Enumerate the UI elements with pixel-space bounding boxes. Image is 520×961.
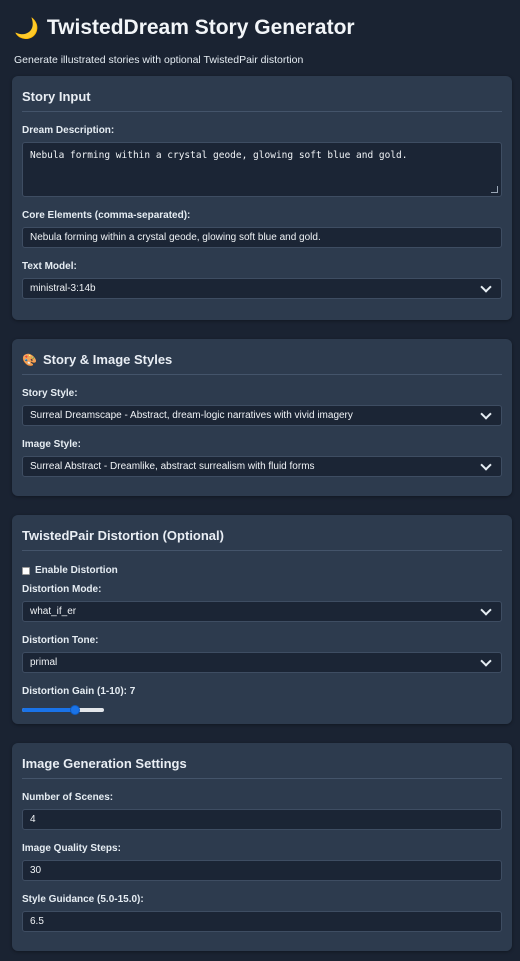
style-guidance-label: Style Guidance (5.0-15.0):: [22, 894, 144, 905]
text-model-value: ministral-3:14b: [30, 283, 96, 294]
image-settings-panel: Image Generation Settings Number of Scen…: [12, 743, 512, 951]
enable-distortion-label: Enable Distortion: [35, 565, 118, 576]
style-guidance-input[interactable]: 6.5: [22, 911, 502, 932]
text-model-select[interactable]: ministral-3:14b: [22, 278, 502, 299]
palette-icon: 🎨: [22, 352, 37, 367]
dream-description-value: Nebula forming within a crystal geode, g…: [30, 150, 408, 161]
distortion-mode-value: what_if_er: [30, 606, 77, 617]
quality-steps-label: Image Quality Steps:: [22, 843, 121, 854]
text-model-label: Text Model:: [22, 261, 77, 272]
core-elements-input[interactable]: Nebula forming within a crystal geode, g…: [22, 227, 502, 248]
header: 🌙 TwistedDream Story Generator Generate …: [0, 0, 520, 66]
chevron-down-icon: [480, 407, 492, 420]
story-input-title: Story Input: [22, 76, 502, 112]
chevron-down-icon: [480, 280, 492, 293]
story-style-value: Surreal Dreamscape - Abstract, dream-log…: [30, 410, 353, 421]
quality-steps-input[interactable]: 30: [22, 860, 502, 881]
image-settings-title: Image Generation Settings: [22, 743, 502, 779]
chevron-down-icon: [480, 654, 492, 667]
image-style-select[interactable]: Surreal Abstract - Dreamlike, abstract s…: [22, 456, 502, 477]
distortion-mode-label: Distortion Mode:: [22, 584, 102, 595]
story-image-styles-panel: 🎨 Story & Image Styles Story Style: Surr…: [12, 339, 512, 496]
enable-distortion-checkbox[interactable]: [22, 566, 30, 575]
story-style-label: Story Style:: [22, 388, 78, 399]
distortion-gain-label: Distortion Gain (1-10): 7: [22, 686, 136, 697]
scenes-value: 4: [30, 814, 36, 825]
image-style-value: Surreal Abstract - Dreamlike, abstract s…: [30, 461, 315, 472]
styles-title: 🎨 Story & Image Styles: [22, 339, 502, 375]
enable-distortion-row[interactable]: Enable Distortion: [22, 565, 502, 576]
crescent-moon-icon: 🌙: [14, 17, 39, 40]
distortion-tone-label: Distortion Tone:: [22, 635, 99, 646]
scenes-label: Number of Scenes:: [22, 792, 114, 803]
distortion-tone-value: primal: [30, 657, 58, 668]
distortion-title: TwistedPair Distortion (Optional): [22, 515, 502, 551]
scenes-input[interactable]: 4: [22, 809, 502, 830]
story-style-select[interactable]: Surreal Dreamscape - Abstract, dream-log…: [22, 405, 502, 426]
distortion-panel: TwistedPair Distortion (Optional) Enable…: [12, 515, 512, 724]
core-elements-value: Nebula forming within a crystal geode, g…: [30, 232, 321, 243]
app-title: 🌙 TwistedDream Story Generator: [14, 14, 506, 42]
chevron-down-icon: [480, 603, 492, 616]
image-style-label: Image Style:: [22, 439, 81, 450]
app-subtitle: Generate illustrated stories with option…: [14, 54, 304, 66]
dream-description-textarea[interactable]: Nebula forming within a crystal geode, g…: [22, 142, 502, 197]
dream-description-label: Dream Description:: [22, 125, 115, 136]
slider-fill: [22, 708, 76, 712]
resize-handle-icon[interactable]: [491, 186, 498, 193]
distortion-gain-slider[interactable]: [22, 705, 104, 715]
slider-thumb[interactable]: [70, 705, 81, 715]
distortion-tone-select[interactable]: primal: [22, 652, 502, 673]
story-input-panel: Story Input Dream Description: Nebula fo…: [12, 76, 512, 320]
app-title-text: TwistedDream Story Generator: [46, 16, 355, 39]
quality-steps-value: 30: [30, 865, 42, 876]
core-elements-label: Core Elements (comma-separated):: [22, 210, 191, 221]
styles-title-text: Story & Image Styles: [42, 352, 173, 367]
style-guidance-value: 6.5: [30, 916, 44, 927]
chevron-down-icon: [480, 458, 492, 471]
distortion-mode-select[interactable]: what_if_er: [22, 601, 502, 622]
